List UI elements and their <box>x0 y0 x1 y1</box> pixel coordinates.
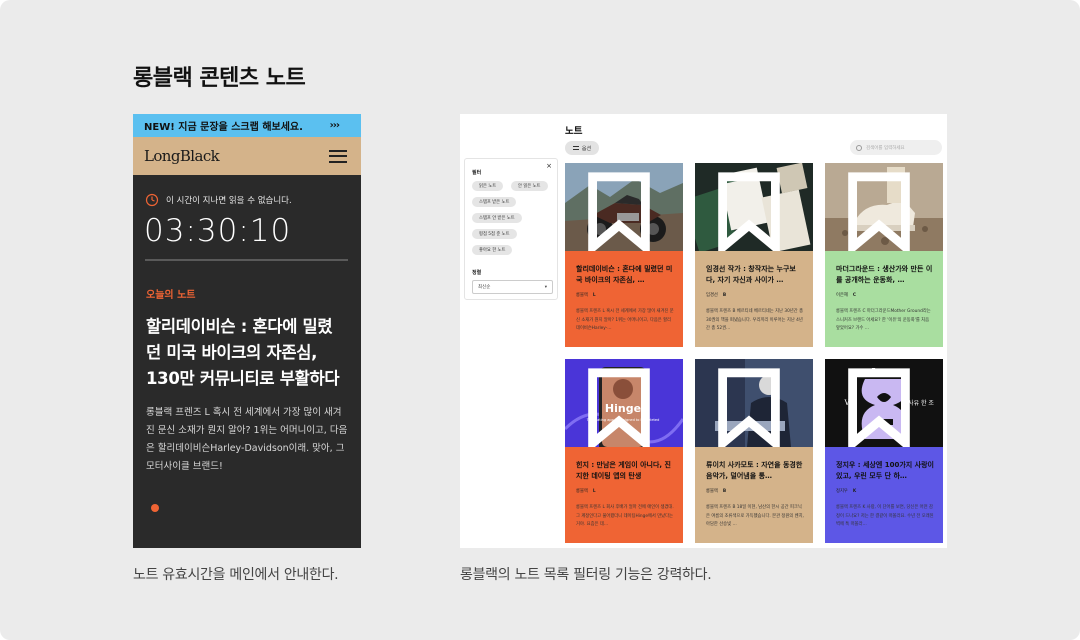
filter-chip-stamped[interactable]: 스탬프 받은 노트 <box>472 197 517 207</box>
card-tag: B <box>722 489 727 494</box>
timer-row: 이 시간이 지나면 읽을 수 없습니다. <box>145 193 361 207</box>
card-image <box>695 163 813 251</box>
banner-text: NEW! 지금 문장을 스크랩 해보세요. <box>144 122 303 133</box>
note-card[interactable]: 류이치 사카모토 : 자연을 동경한 음악가, 덜어냄을 통… 롱블랙 B 롱블랙… <box>695 359 813 543</box>
search-input[interactable]: 검색어를 입력하세요 <box>850 140 942 155</box>
mobile-header: LongBlack <box>133 137 361 175</box>
timer-note: 이 시간이 지나면 읽을 수 없습니다. <box>166 196 292 206</box>
card-title: 임경선 작가 : 창작자는 누구보다, 자기 자신과 사이가 … <box>706 265 796 284</box>
card-title: 정지우 : 세상엔 100가지 사랑이 있고, 우린 모두 단 하… <box>836 461 934 480</box>
options-button[interactable]: 옵션 <box>565 141 599 155</box>
card-meta: 롱블랙 L <box>576 292 596 298</box>
card-meta: 롱블랙 L <box>576 488 596 494</box>
bookmark-icon[interactable] <box>565 168 678 251</box>
new-feature-banner[interactable]: NEW! 지금 문장을 스크랩 해보세요. ››› <box>133 114 361 137</box>
options-label: 옵션 <box>581 145 592 152</box>
note-card[interactable]: 마더그라운드 : 생산가와 만든 이를 공개하는 운동화, … 이은혜 C 롱블랙… <box>825 163 943 347</box>
card-author: 정지우 <box>836 489 848 494</box>
card-excerpt: 롱블랙 프렌즈 L 회사 후배가 얼마 전에 애인이 생겼대. 그 계정인다고 … <box>576 505 674 527</box>
card-title: 힌지 : 만남은 게임이 아니다, 진지한 데이팅 앱의 탄생 <box>576 461 671 480</box>
search-icon <box>856 144 862 151</box>
sort-value: 최신순 <box>478 285 491 290</box>
bookmark-icon[interactable] <box>695 168 808 251</box>
caption-left: 노트 유효시간을 메인에서 안내한다. <box>133 567 339 583</box>
filter-chip-unread[interactable]: 안 읽은 노트 <box>511 181 548 191</box>
mobile-screen: NEW! 지금 문장을 스크랩 해보세요. ››› LongBlack 이 시간… <box>133 114 361 548</box>
card-image <box>825 163 943 251</box>
countdown: 03:30:10 <box>144 213 292 249</box>
bookmark-icon[interactable] <box>565 364 678 447</box>
card-author: 롱블랙 <box>576 489 588 494</box>
card-excerpt: 롱블랙 프렌즈 C 마더그라운드Mother Ground라는 스니커즈 브랜드… <box>836 309 931 331</box>
sort-select[interactable]: 최신순 ▾ <box>472 280 553 294</box>
card-tag: L <box>592 489 596 494</box>
sort-title: 정렬 <box>472 270 482 276</box>
note-card[interactable]: 임경선 작가 : 창작자는 누구보다, 자기 자신과 사이가 … 임경선 B 롱블… <box>695 163 813 347</box>
note-headline[interactable]: 할리데이비슨 : 혼다에 밀렸던 미국 바이크의 자존심, 130만 커뮤니티로… <box>146 314 347 392</box>
chevron-right-icon: ››› <box>329 120 340 131</box>
canvas: 롱블랙 콘텐츠 노트 NEW! 지금 문장을 스크랩 해보세요. ››› Lon… <box>0 0 1080 640</box>
page-title: 롱블랙 콘텐츠 노트 <box>133 66 306 91</box>
logo[interactable]: LongBlack <box>144 147 220 165</box>
bookmark-icon[interactable] <box>825 168 938 251</box>
bookmark-icon[interactable] <box>825 364 938 447</box>
note-card[interactable]: Love V 사유 한 조 정지우 : 세상엔 100가지 사랑이 있고, 우린… <box>825 359 943 543</box>
card-author: 롱블랙 <box>706 489 718 494</box>
card-image: Love V 사유 한 조 <box>825 359 943 447</box>
card-image <box>695 359 813 447</box>
card-title: 할리데이비슨 : 혼다에 밀렸던 미국 바이크의 자존심, … <box>576 265 673 284</box>
clock-icon <box>145 193 159 207</box>
card-tag: B <box>722 293 727 298</box>
card-meta: 임경선 B <box>706 292 726 298</box>
card-image: Hinge This dating app is designed to be … <box>565 359 683 447</box>
card-author: 롱블랙 <box>576 293 588 298</box>
card-excerpt: 롱블랙 프렌즈 B 베르티네 베르티네는 지난 30년간 총 30권의 책을 펴… <box>706 309 804 331</box>
card-excerpt: 롱블랙 프렌즈 B 18일 이현, 남산의 한시 공간 피크닉은 여름의 조류색… <box>706 505 804 527</box>
card-author: 이은혜 <box>836 293 848 298</box>
card-meta: 이은혜 C <box>836 292 856 298</box>
note-card[interactable]: 할리데이비슨 : 혼다에 밀렸던 미국 바이크의 자존심, … 롱블랙 L 롱블랙… <box>565 163 683 347</box>
card-meta: 정지우 K <box>836 488 856 494</box>
card-title: 마더그라운드 : 생산가와 만든 이를 공개하는 운동화, … <box>836 265 933 284</box>
note-card[interactable]: Hinge This dating app is designed to be … <box>565 359 683 543</box>
close-icon[interactable]: × <box>546 162 552 170</box>
bookmark-icon[interactable] <box>695 364 808 447</box>
note-excerpt: 롱블랙 프렌즈 L 혹시 전 세계에서 가장 많이 새겨진 문신 소재가 뭔지 … <box>146 407 348 472</box>
card-tag: C <box>852 293 857 298</box>
filter-chip-unstamped[interactable]: 스탬프 안 받은 노트 <box>472 213 522 223</box>
card-title: 류이치 사카모토 : 자연을 동경한 음악가, 덜어냄을 통… <box>706 461 803 480</box>
filter-chip-rated[interactable]: 평점 5점 준 노트 <box>472 229 517 239</box>
card-excerpt: 롱블랙 프렌즈 L 혹시 전 세계에서 가장 많이 새겨진 문신 소재가 뭔지 … <box>576 309 674 331</box>
card-excerpt: 롱블랙 프렌즈 K 사랑, 이 단어를 보면, 당신은 어떤 감정이 드나요? … <box>836 505 934 527</box>
card-meta: 롱블랙 B <box>706 488 726 494</box>
list-icon <box>572 146 579 150</box>
filter-chip-liked[interactable]: 좋아요 한 노트 <box>472 245 513 255</box>
menu-icon[interactable] <box>329 149 347 163</box>
card-tag: L <box>592 293 596 298</box>
desktop-screen: 노트 옵션 검색어를 입력하세요 필터 × 읽은 노트 안 읽은 노트 스탬프 … <box>460 114 947 548</box>
filter-chip-read[interactable]: 읽은 노트 <box>472 181 504 191</box>
card-tag: K <box>852 489 857 494</box>
filter-title: 필터 <box>472 170 482 176</box>
search-placeholder: 검색어를 입력하세요 <box>866 145 905 151</box>
today-label: 오늘의 노트 <box>146 290 196 301</box>
divider <box>145 259 348 261</box>
pagination-dot[interactable] <box>151 504 159 512</box>
chevron-down-icon: ▾ <box>544 284 547 290</box>
filter-panel: 필터 × 읽은 노트 안 읽은 노트 스탬프 받은 노트 스탬프 안 받은 노트… <box>464 158 558 300</box>
notes-title: 노트 <box>565 126 583 137</box>
card-image <box>565 163 683 251</box>
card-author: 임경선 <box>706 293 718 298</box>
caption-right: 롱블랙의 노트 목록 필터링 기능은 강력하다. <box>460 567 712 583</box>
